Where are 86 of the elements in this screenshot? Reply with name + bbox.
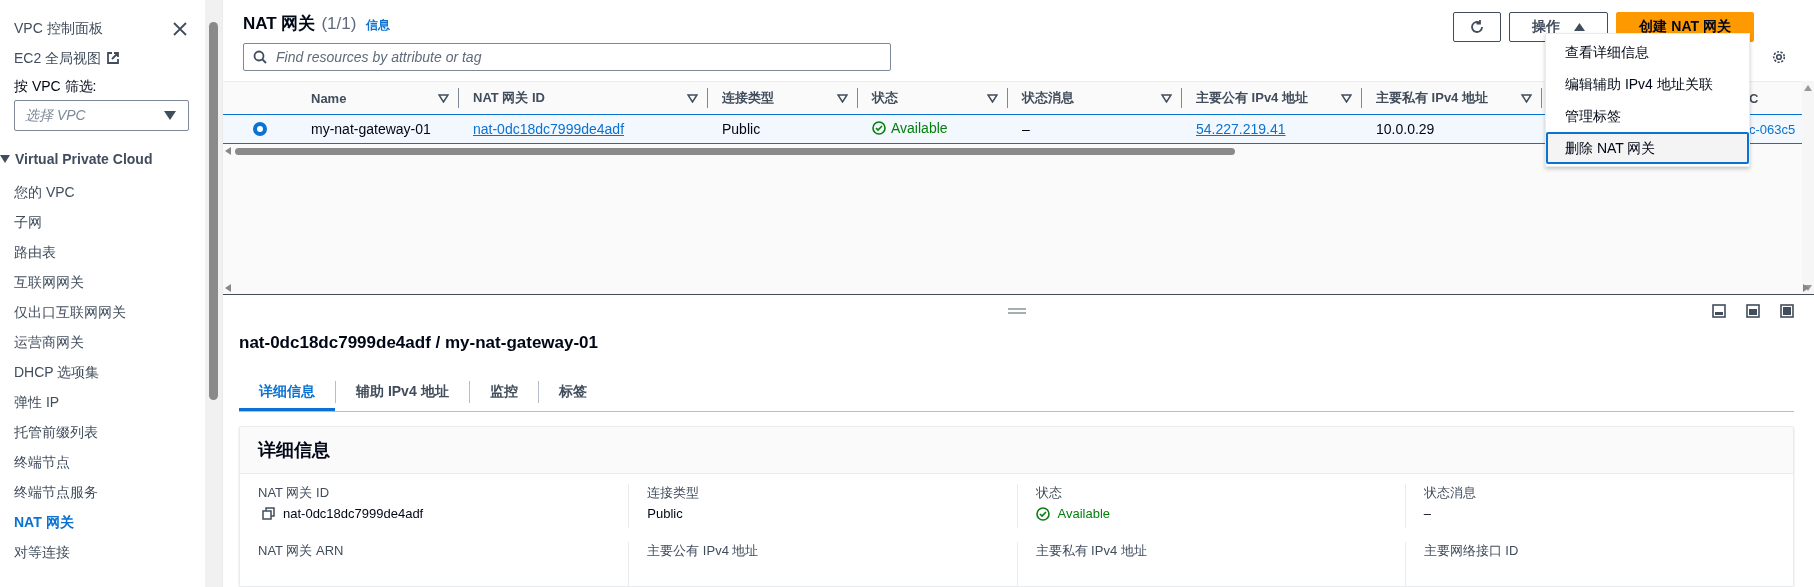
table-link[interactable]: 54.227.219.41 <box>1196 121 1286 138</box>
vpc-select[interactable]: 选择 VPC <box>14 100 189 131</box>
panel-half-icon[interactable] <box>1746 304 1760 318</box>
menu-item[interactable]: 编辑辅助 IPv4 地址关联 <box>1546 68 1749 101</box>
nav-item[interactable]: 子网 <box>14 207 42 237</box>
field-label: 状态消息 <box>1423 484 1477 502</box>
sort-icon[interactable] <box>987 93 998 103</box>
page-title: NAT 网关 <box>243 13 316 35</box>
field-label: NAT 网关 ARN <box>258 542 345 560</box>
nav-item[interactable]: 对等连接 <box>14 537 70 567</box>
field-label: 状态 <box>1035 484 1063 502</box>
table-link[interactable]: nat-0dc18dc7999de4adf <box>473 121 625 138</box>
scrollbar[interactable] <box>205 0 222 587</box>
tab[interactable]: 辅助 IPv4 地址 <box>336 373 469 411</box>
table-cell: 10.0.0.29 <box>1376 121 1435 138</box>
scrollbar[interactable] <box>1802 81 1814 295</box>
field-label: 主要私有 IPv4 地址 <box>1035 542 1148 560</box>
sort-icon[interactable] <box>1341 93 1352 103</box>
table-cell: Public <box>722 121 761 138</box>
close-icon[interactable] <box>173 22 187 36</box>
settings-icon[interactable] <box>1771 49 1787 65</box>
sidebar-link[interactable]: EC2 全局视图 <box>14 48 121 68</box>
caret-icon[interactable] <box>0 155 10 163</box>
panel-bottom-icon[interactable] <box>1712 304 1726 318</box>
refresh-button[interactable] <box>1453 12 1502 42</box>
nav-item[interactable]: 弹性 IP <box>14 387 60 417</box>
nav-item[interactable]: DHCP 选项集 <box>14 357 100 387</box>
column-header[interactable]: 连接类型 <box>722 89 774 108</box>
column-header[interactable]: 主要公有 IPv4 地址 <box>1196 89 1308 108</box>
column-header[interactable]: NAT 网关 ID <box>473 89 545 108</box>
table-cell: – <box>1022 121 1030 138</box>
info-link[interactable]: 信息 <box>366 17 391 34</box>
menu-item[interactable]: 删除 NAT 网关 <box>1546 132 1749 165</box>
refresh-icon <box>1469 19 1486 35</box>
nav-item[interactable]: 终端节点服务 <box>14 477 98 507</box>
field-value: Public <box>647 506 684 521</box>
sort-icon[interactable] <box>837 93 848 103</box>
copy-icon[interactable] <box>262 507 275 520</box>
search-field[interactable]: Find resources by attribute or tag <box>243 43 891 71</box>
column-header[interactable]: C <box>1749 90 1759 106</box>
table-link[interactable]: c-063c5 <box>1749 121 1796 137</box>
nav-item[interactable]: 路由表 <box>14 237 56 267</box>
details-title: nat-0dc18dc7999de4adf / my-nat-gateway-01 <box>239 333 600 353</box>
panel-full-icon[interactable] <box>1780 304 1794 318</box>
field-value: nat-0dc18dc7999de4adf <box>283 506 424 521</box>
column-header[interactable]: Name <box>311 90 347 106</box>
tab[interactable]: 标签 <box>538 373 607 411</box>
filter-label: 按 VPC 筛选: <box>14 77 98 96</box>
column-header[interactable]: 主要私有 IPv4 地址 <box>1376 89 1488 108</box>
sidebar-link[interactable]: VPC 控制面板 <box>14 18 103 38</box>
nav-item[interactable]: 互联网网关 <box>14 267 84 297</box>
nav-item[interactable]: 运营商网关 <box>14 327 84 357</box>
sort-icon[interactable] <box>1521 93 1532 103</box>
check-circle-icon <box>872 121 886 136</box>
status-text: Available <box>891 120 948 137</box>
column-header[interactable]: 状态消息 <box>1022 89 1074 108</box>
scroll-left-icon[interactable] <box>225 284 231 292</box>
nav-item[interactable]: 仅出口互联网网关 <box>14 297 126 327</box>
card-title: 详细信息 <box>258 439 330 462</box>
tab[interactable]: 监控 <box>469 373 538 411</box>
sort-icon[interactable] <box>1161 93 1172 103</box>
field-label: 主要公有 IPv4 地址 <box>647 542 760 560</box>
column-header[interactable]: 状态 <box>872 89 898 108</box>
sort-icon[interactable] <box>438 93 449 103</box>
drag-handle-icon[interactable] <box>1007 308 1026 314</box>
field-value: – <box>1423 506 1432 521</box>
nav-item[interactable]: NAT 网关 <box>14 507 74 537</box>
search-icon <box>253 50 267 64</box>
field-label: 连接类型 <box>647 484 701 502</box>
radio-button[interactable] <box>253 122 267 137</box>
sort-icon[interactable] <box>687 93 698 103</box>
nav-item[interactable]: 终端节点 <box>14 447 70 477</box>
caret-icon <box>164 111 176 120</box>
tab[interactable]: 详细信息 <box>239 373 335 411</box>
field-label: NAT 网关 ID <box>258 484 331 502</box>
scrollbar[interactable] <box>223 282 1814 295</box>
section-title[interactable]: Virtual Private Cloud <box>15 151 153 167</box>
field-label: 主要网络接口 ID <box>1423 542 1520 560</box>
item-count: (1/1) <box>321 14 357 34</box>
table-cell: my-nat-gateway-01 <box>311 121 431 138</box>
scroll-up-icon[interactable] <box>1804 85 1812 92</box>
scroll-left-icon[interactable] <box>225 147 231 156</box>
nav-item[interactable]: 您的 VPC <box>14 177 75 207</box>
status-text: Available <box>1057 506 1111 521</box>
nav-item[interactable]: 托管前缀列表 <box>14 417 98 447</box>
check-circle-icon <box>1035 506 1050 521</box>
